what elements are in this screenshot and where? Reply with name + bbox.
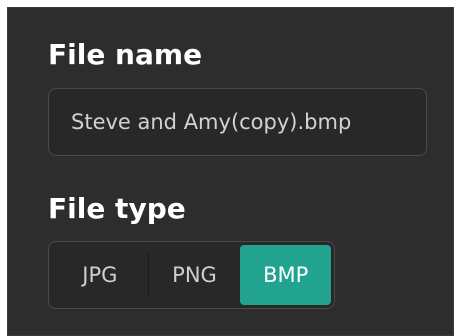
file-type-option-jpg[interactable]: JPG [52,245,148,305]
file-type-selector: JPG PNG BMP [48,241,335,309]
file-name-label: File name [48,38,203,71]
file-name-input[interactable] [48,88,427,156]
save-options-panel: File name File type JPG PNG BMP [7,7,454,336]
file-type-option-bmp[interactable]: BMP [240,245,331,305]
file-type-label: File type [48,192,186,225]
file-type-option-png[interactable]: PNG [149,245,241,305]
